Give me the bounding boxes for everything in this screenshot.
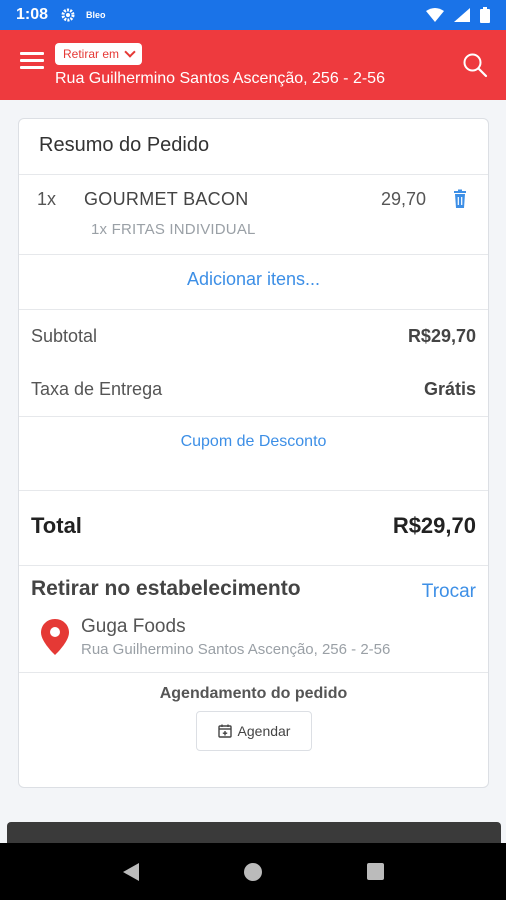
- delivery-fee-label: Taxa de Entrega: [31, 379, 163, 399]
- subtotal-value: R$29,70: [407, 326, 476, 346]
- change-pickup-button[interactable]: Trocar: [422, 581, 476, 603]
- trash-icon[interactable]: [450, 189, 470, 209]
- schedule-title: Agendamento do pedido: [159, 685, 348, 702]
- divider: [19, 309, 488, 310]
- item-quantity: 1x: [37, 189, 57, 209]
- calendar-plus-icon: [217, 724, 232, 738]
- app-bar: Retirar em Rua Guilhermino Santos Ascenç…: [0, 30, 506, 100]
- divider: [19, 174, 488, 175]
- card-title: Resumo do Pedido: [39, 134, 210, 156]
- home-icon[interactable]: [243, 862, 262, 881]
- coupon-link[interactable]: Cupom de Desconto: [19, 433, 488, 451]
- divider: [19, 565, 488, 566]
- delivery-fee-value: Grátis: [423, 379, 476, 399]
- wifi-icon: [426, 8, 444, 22]
- search-icon[interactable]: [462, 52, 488, 78]
- divider: [19, 490, 488, 491]
- chevron-down-icon: [124, 46, 136, 58]
- order-summary-card: Resumo do Pedido 1x GOURMET BACON 29,70 …: [18, 118, 489, 788]
- status-bar: 1:08 Bleo: [0, 0, 506, 30]
- pickup-mode-label: Retirar em: [63, 47, 120, 61]
- recent-apps-icon[interactable]: [366, 863, 384, 880]
- pickup-title: Retirar no estabelecimento: [31, 577, 301, 600]
- item-price: 29,70: [380, 189, 426, 209]
- status-time: 1:08: [16, 6, 49, 23]
- store-name: Guga Foods: [81, 616, 186, 637]
- system-nav-bar: [0, 843, 506, 900]
- location-pin-icon: [41, 619, 69, 655]
- menu-icon[interactable]: [20, 52, 44, 76]
- item-addon: 1x FRITAS INDIVIDUAL: [91, 221, 256, 238]
- add-items-link[interactable]: Adicionar itens...: [19, 269, 488, 290]
- item-name: GOURMET BACON: [84, 189, 249, 209]
- schedule-button[interactable]: Agendar: [196, 711, 312, 751]
- signal-icon: [454, 8, 470, 22]
- store-address: Rua Guilhermino Santos Ascenção, 256 - 2…: [81, 641, 391, 658]
- header-address[interactable]: Rua Guilhermino Santos Ascenção, 256 - 2…: [55, 70, 385, 88]
- total-value: R$29,70: [392, 513, 476, 538]
- back-icon[interactable]: [122, 862, 139, 881]
- divider: [19, 416, 488, 417]
- gear-icon: [61, 8, 75, 22]
- divider: [19, 254, 488, 255]
- total-label: Total: [31, 513, 82, 538]
- schedule-button-label: Agendar: [237, 723, 291, 739]
- battery-icon: [480, 7, 490, 23]
- app-badge: Bleo: [86, 10, 106, 20]
- subtotal-label: Subtotal: [31, 326, 98, 346]
- pickup-mode-dropdown[interactable]: Retirar em: [55, 43, 143, 65]
- divider: [19, 672, 488, 673]
